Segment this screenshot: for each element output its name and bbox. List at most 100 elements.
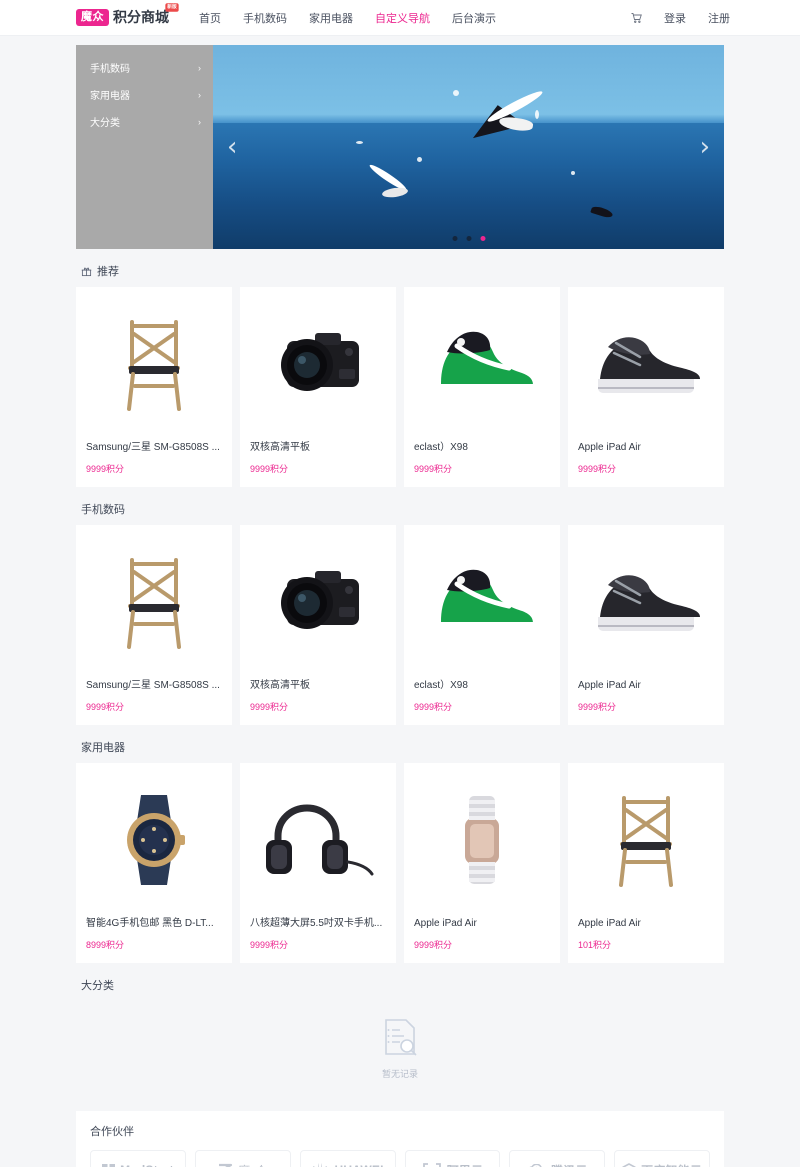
login-link[interactable]: 登录 (664, 10, 686, 26)
hero-banner: 手机数码 › 家用电器 › 大分类 › ‹ › (76, 45, 724, 249)
header-actions: 登录 注册 (630, 0, 730, 36)
product-sections: 推荐 Samsung/三星 SM-G8508S ... 9999积分 双核高清平板… (76, 249, 724, 1097)
product-card[interactable]: 双核高清平板 9999积分 (240, 287, 396, 487)
product-info: Apple iPad Air 9999积分 (568, 679, 724, 725)
product-info: eclast）X98 9999积分 (404, 679, 560, 725)
product-title: eclast）X98 (414, 442, 468, 453)
product-title: eclast）X98 (414, 680, 468, 691)
product-price: 9999积分 (86, 702, 125, 712)
nav-item-0[interactable]: 首页 (199, 10, 221, 26)
product-grid-2: 智能4G手机包邮 黑色 D-LT... 8999积分 八核超薄大屏5.5吋双卡手机… (76, 763, 724, 963)
baidu-bear-icon (622, 1162, 636, 1167)
brand-superscript-badge: 新版 (165, 3, 179, 12)
main-nav: 首页 手机数码 家用电器 自定义导航 后台演示 (199, 10, 496, 26)
partners-title: 合作伙伴 (90, 1126, 134, 1138)
modstart-squares-icon (102, 1163, 116, 1167)
mozhong-z-icon (217, 1163, 233, 1167)
product-image-bracelet (404, 763, 560, 917)
product-price: 9999积分 (250, 702, 289, 712)
empty-state-text: 暂无记录 (381, 1069, 418, 1079)
product-image-chair (76, 525, 232, 679)
slide-splash-2 (534, 110, 539, 120)
chevron-right-icon: › (198, 62, 201, 73)
product-card[interactable]: Samsung/三星 SM-G8508S ... 9999积分 (76, 287, 232, 487)
category-item-label: 手机数码 (90, 64, 130, 75)
product-image-camera (240, 525, 396, 679)
partner-item[interactable]: HUAWEI (299, 1150, 396, 1167)
product-price: 101积分 (578, 940, 612, 950)
product-info: Apple iPad Air 101积分 (568, 917, 724, 963)
product-card[interactable]: Samsung/三星 SM-G8508S ... 9999积分 (76, 525, 232, 725)
slider-dot-1[interactable] (466, 236, 471, 241)
slide-splash-4 (356, 140, 364, 144)
slide-splash-1 (453, 89, 460, 96)
nav-item-3[interactable]: 自定义导航 (375, 10, 430, 26)
product-image-boot (568, 287, 724, 441)
partners-section: 合作伙伴 ModStart 魔 众 HUAWEI 阿里云 腾讯云 百度智能云 (76, 1111, 724, 1167)
product-card[interactable]: eclast）X98 9999积分 (404, 287, 560, 487)
slider-prev-arrow[interactable]: ‹ (227, 134, 237, 160)
tencent-cloud-icon (527, 1163, 546, 1167)
product-image-sneaker (404, 287, 560, 441)
product-card[interactable]: eclast）X98 9999积分 (404, 525, 560, 725)
section-header-3: 大分类 (76, 963, 724, 1001)
product-title: Apple iPad Air (578, 918, 641, 929)
product-info: Apple iPad Air 9999积分 (404, 917, 560, 963)
partner-item[interactable]: 阿里云 (404, 1150, 501, 1167)
product-price: 9999积分 (578, 464, 617, 474)
section-header-2: 家用电器 (76, 725, 724, 763)
cart-icon[interactable] (630, 12, 642, 24)
product-title: Apple iPad Air (578, 442, 641, 453)
partner-item[interactable]: 魔 众 (194, 1150, 291, 1167)
partner-label: 百度智能云 (641, 1162, 702, 1167)
product-card[interactable]: 八核超薄大屏5.5吋双卡手机... 9999积分 (240, 763, 396, 963)
site-header: 魔众 积分商城 新版 首页 手机数码 家用电器 自定义导航 后台演示 登录 注册 (0, 0, 800, 36)
product-price: 9999积分 (86, 464, 125, 474)
product-card[interactable]: Apple iPad Air 9999积分 (568, 287, 724, 487)
product-card[interactable]: 双核高清平板 9999积分 (240, 525, 396, 725)
product-info: Apple iPad Air 9999积分 (568, 441, 724, 487)
partner-label: 腾讯云 (551, 1162, 588, 1167)
category-panel: 手机数码 › 家用电器 › 大分类 › (76, 45, 213, 249)
category-item-2[interactable]: 大分类 › (76, 108, 213, 135)
product-price: 9999积分 (414, 702, 453, 712)
nav-item-2[interactable]: 家用电器 (309, 10, 353, 26)
product-card[interactable]: Apple iPad Air 101积分 (568, 763, 724, 963)
partner-label: 阿里云 (447, 1162, 484, 1167)
category-item-0[interactable]: 手机数码 › (76, 54, 213, 81)
product-info: 智能4G手机包邮 黑色 D-LT... 8999积分 (76, 917, 232, 963)
partner-item[interactable]: 百度智能云 (614, 1150, 710, 1167)
product-title: 八核超薄大屏5.5吋双卡手机... (250, 918, 383, 929)
section-title: 手机数码 (81, 504, 125, 516)
product-card[interactable]: 智能4G手机包邮 黑色 D-LT... 8999积分 (76, 763, 232, 963)
nav-item-4[interactable]: 后台演示 (452, 10, 496, 26)
product-image-sneaker (404, 525, 560, 679)
section-header-0: 推荐 (76, 249, 724, 287)
chevron-right-icon: › (198, 89, 201, 100)
product-info: Samsung/三星 SM-G8508S ... 9999积分 (76, 441, 232, 487)
product-title: Samsung/三星 SM-G8508S ... (86, 680, 220, 691)
product-price: 8999积分 (86, 940, 125, 950)
slider-dots (452, 236, 485, 241)
product-card[interactable]: Apple iPad Air 9999积分 (568, 525, 724, 725)
product-image-camera (240, 287, 396, 441)
partner-item[interactable]: 腾讯云 (509, 1150, 606, 1167)
partners-list: ModStart 魔 众 HUAWEI 阿里云 腾讯云 百度智能云 (90, 1150, 710, 1167)
slider-dot-2[interactable] (480, 236, 485, 241)
aliyun-bracket-icon (422, 1163, 442, 1167)
brand-name: 积分商城 新版 (113, 3, 179, 26)
slide-image-sea (213, 122, 724, 249)
nav-item-1[interactable]: 手机数码 (243, 10, 287, 26)
slider-next-arrow[interactable]: › (700, 134, 710, 160)
slider-dot-0[interactable] (452, 236, 457, 241)
product-card[interactable]: Apple iPad Air 9999积分 (404, 763, 560, 963)
partner-item[interactable]: ModStart (90, 1150, 186, 1167)
register-link[interactable]: 注册 (708, 10, 730, 26)
section-header-1: 手机数码 (76, 487, 724, 525)
hero-slider[interactable]: ‹ › (213, 45, 724, 249)
category-item-1[interactable]: 家用电器 › (76, 81, 213, 108)
chevron-right-icon: › (198, 116, 201, 127)
product-image-watch (76, 763, 232, 917)
brand-logo[interactable]: 魔众 积分商城 新版 (76, 3, 179, 26)
product-info: 八核超薄大屏5.5吋双卡手机... 9999积分 (240, 917, 396, 963)
